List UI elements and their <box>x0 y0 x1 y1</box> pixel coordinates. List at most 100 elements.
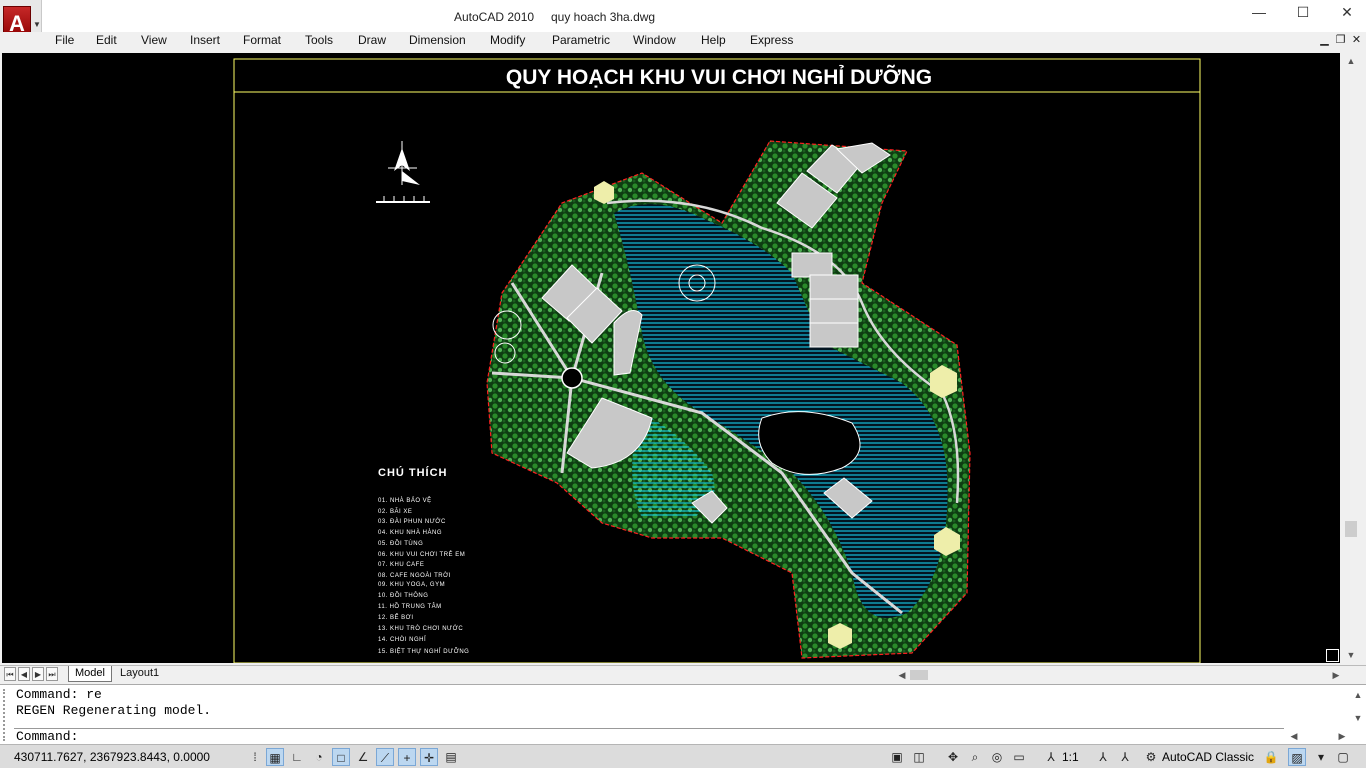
command-grip[interactable] <box>3 689 9 741</box>
menu-help[interactable]: Help <box>701 33 726 47</box>
last-tab-icon[interactable]: ⏭ <box>46 667 58 681</box>
menu-tools[interactable]: Tools <box>305 33 333 47</box>
legend-item: 03. ĐÀI PHUN NƯỚC <box>378 519 446 525</box>
tab-model[interactable]: Model <box>68 666 112 682</box>
vertical-scroll-thumb[interactable] <box>1345 521 1357 537</box>
lineweight-icon[interactable]: ✛ <box>420 748 438 766</box>
menu-modify[interactable]: Modify <box>490 33 525 47</box>
next-tab-icon[interactable]: ▶ <box>32 667 44 681</box>
status-menu-icon[interactable]: ▾ <box>1312 748 1330 766</box>
layout-tabs-bar: ⏮ ◀ ▶ ⏭ Model Layout1 ◀ ▶ <box>0 665 1366 683</box>
close-icon: ✕ <box>1341 4 1353 20</box>
legend-item: 13. KHU TRÒ CHƠI NƯỚC <box>378 626 464 632</box>
cmd-scroll-up-icon[interactable]: ▲ <box>1350 687 1366 703</box>
menu-file[interactable]: File <box>55 33 74 47</box>
status-bar: 430711.7627, 2367923.8443, 0.0000 ⁞ ▦ ∟ … <box>0 744 1366 768</box>
ortho-mode-icon[interactable]: ∟ <box>288 748 306 766</box>
tab-layout1[interactable]: Layout1 <box>114 666 165 682</box>
north-arrow-icon <box>388 141 420 185</box>
doc-close-icon[interactable]: ✕ <box>1350 34 1363 47</box>
legend-item: 01. NHÀ BẢO VỆ <box>378 498 432 504</box>
legend-item: 02. BÃI XE <box>378 509 413 515</box>
menu-draw[interactable]: Draw <box>358 33 386 47</box>
autocad-window: AutoCAD 2010 quy hoach 3ha.dwg — ☐ ✕ A ▼… <box>0 0 1366 768</box>
menu-view[interactable]: View <box>141 33 167 47</box>
menu-window[interactable]: Window <box>633 33 676 47</box>
scale-bar <box>376 196 430 203</box>
site-plan <box>486 140 971 659</box>
clean-screen-icon[interactable]: ▢ <box>1334 748 1352 766</box>
cmd-scroll-left-icon[interactable]: ◀ <box>1286 728 1302 744</box>
title-bar: AutoCAD 2010 quy hoach 3ha.dwg — ☐ ✕ <box>0 0 1366 32</box>
prev-tab-icon[interactable]: ◀ <box>18 667 30 681</box>
cmd-scroll-down-icon[interactable]: ▼ <box>1350 710 1366 726</box>
command-history-line: REGEN Regenerating model. <box>16 703 212 718</box>
workspace-switcher[interactable]: AutoCAD Classic <box>1162 750 1254 764</box>
app-title: AutoCAD 2010 <box>454 10 535 24</box>
command-prompt: Command: <box>16 729 79 744</box>
close-button[interactable]: ✕ <box>1324 0 1366 24</box>
annotation-scale[interactable]: 1:1 <box>1062 750 1079 764</box>
legend-item: 04. KHU NHÀ HÀNG <box>378 530 443 536</box>
command-window: Command: re REGEN Regenerating model. Co… <box>0 684 1366 744</box>
hardware-acceleration-icon[interactable]: ▨ <box>1288 748 1306 766</box>
layout-space-icon[interactable]: ◫ <box>910 748 928 766</box>
steering-wheel-icon[interactable]: ◎ <box>988 748 1006 766</box>
legend-item: 05. ĐỒI TÙNG <box>378 541 424 547</box>
horizontal-scroll-thumb[interactable] <box>910 670 928 680</box>
model-space-canvas[interactable]: QUY HOẠCH KHU VUI CHƠI NGHỈ DƯỠNG CHÚ TH… <box>2 53 1340 663</box>
quick-properties-icon[interactable]: ▤ <box>442 748 460 766</box>
menu-format[interactable]: Format <box>243 33 281 47</box>
pan-icon[interactable]: ✥ <box>944 748 962 766</box>
doc-minimize-icon[interactable]: ▁ <box>1318 34 1331 47</box>
menu-express[interactable]: Express <box>750 33 793 47</box>
auto-scale-icon[interactable]: ⅄ <box>1116 748 1134 766</box>
first-tab-icon[interactable]: ⏮ <box>4 667 16 681</box>
scroll-down-icon[interactable]: ▼ <box>1343 647 1359 663</box>
minimize-icon: — <box>1252 4 1266 20</box>
legend-item: 15. BIỆT THỰ NGHỈ DƯỠNG <box>378 649 470 655</box>
coordinates-readout[interactable]: 430711.7627, 2367923.8443, 0.0000 <box>14 750 210 764</box>
annotation-scale-icon[interactable]: ⅄ <box>1042 748 1060 766</box>
command-history-line: Command: re <box>16 687 102 702</box>
dynamic-ucs-icon[interactable]: ⟋ <box>376 748 394 766</box>
zoom-icon[interactable]: ⌕ <box>966 748 984 766</box>
drawing-graphics <box>233 58 1201 663</box>
vertical-scrollbar[interactable]: ▲ ▼ <box>1342 51 1360 665</box>
annotation-visibility-icon[interactable]: ⅄ <box>1094 748 1112 766</box>
legend-item: 08. CAFE NGOÀI TRỜI <box>378 573 451 579</box>
snap-mode-icon[interactable]: ⁞ <box>246 748 264 766</box>
scroll-right-icon[interactable]: ▶ <box>1328 667 1344 683</box>
lock-icon[interactable]: 🔒 <box>1262 748 1280 766</box>
legend-item: 06. KHU VUI CHƠI TRẺ EM <box>378 552 466 558</box>
dynamic-input-icon[interactable]: + <box>398 748 416 766</box>
workspace-gear-icon[interactable]: ⚙ <box>1142 748 1160 766</box>
cmd-scroll-right-icon[interactable]: ▶ <box>1334 728 1350 744</box>
model-space-icon[interactable]: ▣ <box>888 748 906 766</box>
menu-edit[interactable]: Edit <box>96 33 117 47</box>
object-snap-icon[interactable]: □ <box>332 748 350 766</box>
scroll-up-icon[interactable]: ▲ <box>1343 53 1359 69</box>
menu-dimension[interactable]: Dimension <box>409 33 466 47</box>
grid-display-icon[interactable]: ▦ <box>266 748 284 766</box>
polar-tracking-icon[interactable]: ◔ <box>310 748 328 766</box>
ucs-icon <box>1326 649 1339 662</box>
object-snap-tracking-icon[interactable]: ∠ <box>354 748 372 766</box>
menu-parametric[interactable]: Parametric <box>552 33 610 47</box>
legend-item: 12. BỂ BƠI <box>378 615 414 621</box>
doc-restore-icon[interactable]: ❐ <box>1334 34 1347 47</box>
menu-insert[interactable]: Insert <box>190 33 220 47</box>
menu-bar: File Edit View Insert Format Tools Draw … <box>0 32 1366 50</box>
legend-item: 09. KHU YOGA, GYM <box>378 582 446 588</box>
command-input[interactable]: Command: <box>14 728 1284 744</box>
horizontal-scrollbar[interactable]: ◀ ▶ <box>888 667 1350 682</box>
showmotion-icon[interactable]: ▭ <box>1010 748 1028 766</box>
legend-item: 07. KHU CAFE <box>378 562 425 568</box>
scroll-left-icon[interactable]: ◀ <box>894 667 910 683</box>
maximize-button[interactable]: ☐ <box>1280 0 1326 24</box>
legend-item: 10. ĐỒI THÔNG <box>378 593 429 599</box>
minimize-button[interactable]: — <box>1236 0 1282 24</box>
legend-item: 14. CHÒI NGHỈ <box>378 637 427 643</box>
drawing-title: QUY HOẠCH KHU VUI CHƠI NGHỈ DƯỠNG <box>505 66 933 89</box>
file-title: quy hoach 3ha.dwg <box>551 10 656 24</box>
